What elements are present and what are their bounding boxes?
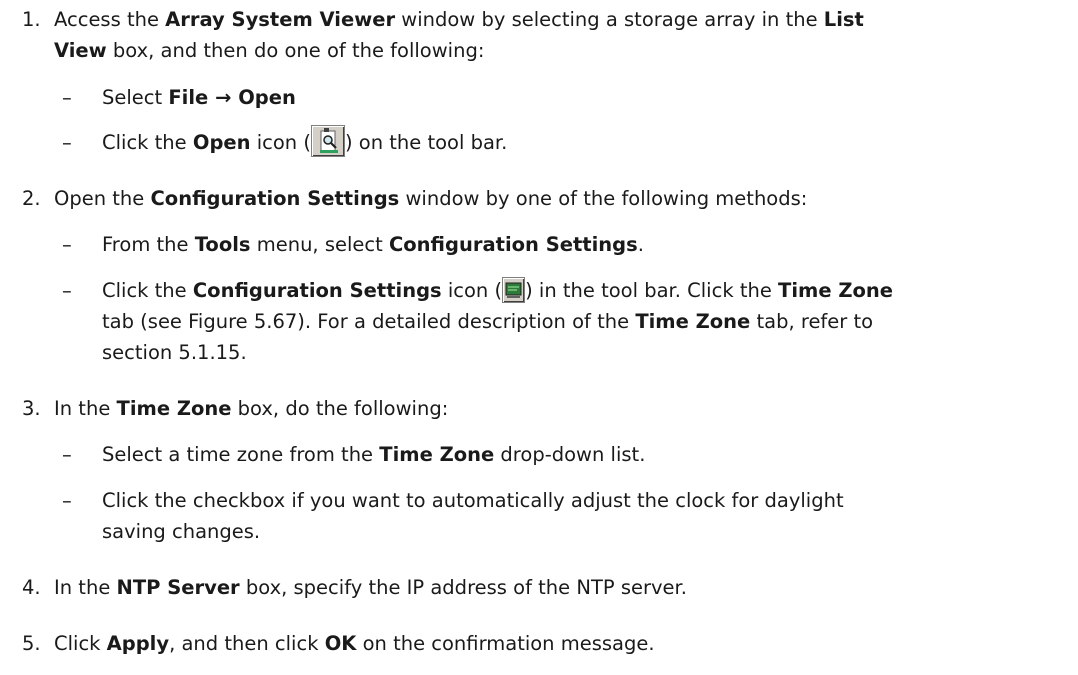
step-text: Access the Array System Viewer window by… [54,8,864,31]
option-text: Click the Configuration Settings icon ( … [102,275,893,306]
bullet-dash: – [62,86,72,109]
option-text: Select a time zone from the Time Zone dr… [102,443,646,466]
bullet-dash: – [62,489,72,512]
option-text: Click the checkbox if you want to automa… [102,489,844,512]
option-text: Click the Open icon ( ) on the tool bar. [102,124,507,158]
step-text: Click Apply, and then click OK on the co… [54,632,655,655]
step-number: 2. [22,187,41,210]
step-text: In the NTP Server box, specify the IP ad… [54,576,687,599]
step-number: 3. [22,397,41,420]
option-text: From the Tools menu, select Configuratio… [102,233,644,256]
step-number: 4. [22,576,41,599]
bullet-dash: – [62,131,72,154]
option-text: saving changes. [102,520,261,543]
bullet-dash: – [62,279,72,302]
monitor-config-icon [502,276,526,303]
step-number: 1. [22,8,41,31]
step-text: View box, and then do one of the followi… [54,39,485,62]
step-number: 5. [22,632,41,655]
option-text: tab (see Figure 5.67). For a detailed de… [102,310,874,333]
option-text: Select File → Open [102,86,296,109]
bullet-dash: – [62,233,72,256]
procedure-document: 1. Access the Array System Viewer window… [0,0,1078,675]
bullet-dash: – [62,443,72,466]
option-text: section 5.1.15. [102,341,247,364]
open-search-icon [310,124,345,157]
step-text: Open the Configuration Settings window b… [54,187,808,210]
step-text: In the Time Zone box, do the following: [54,397,449,420]
